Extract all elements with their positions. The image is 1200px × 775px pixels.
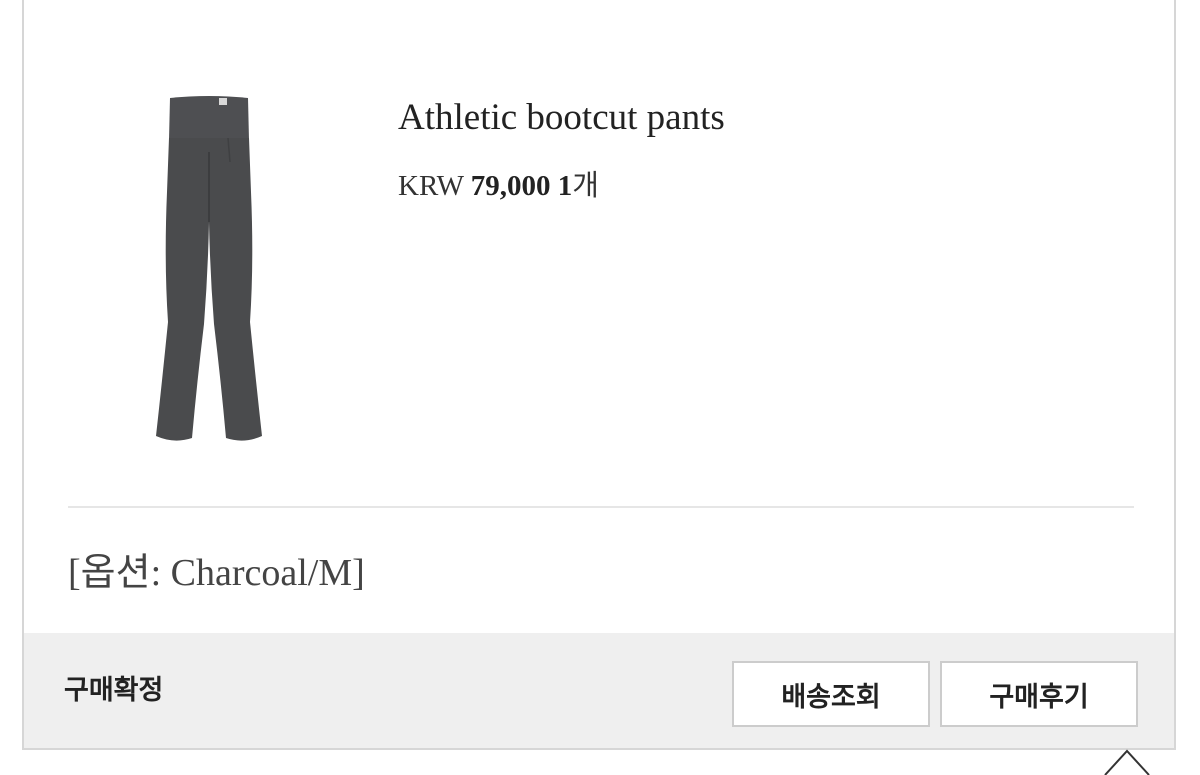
currency: KRW bbox=[398, 170, 464, 202]
product-image[interactable] bbox=[144, 92, 274, 452]
track-delivery-button[interactable]: 배송조회 bbox=[732, 661, 930, 727]
order-item-card: Athletic bootcut pants KRW 79,000 1개 [옵션… bbox=[22, 0, 1176, 750]
write-review-button[interactable]: 구매후기 bbox=[940, 661, 1138, 727]
price-line: KRW 79,000 1개 bbox=[398, 168, 599, 204]
order-status: 구매확정 bbox=[64, 675, 164, 706]
quantity-unit: 개 bbox=[572, 170, 599, 202]
quantity: 1 bbox=[557, 170, 573, 202]
order-footer: 구매확정 배송조회 구매후기 bbox=[24, 633, 1174, 748]
pants-icon bbox=[156, 96, 262, 441]
price: 79,000 bbox=[470, 170, 551, 202]
option-text: [옵션: Charcoal/M] bbox=[68, 552, 365, 594]
product-name[interactable]: Athletic bootcut pants bbox=[398, 96, 725, 140]
caret-up-icon bbox=[1104, 749, 1150, 775]
divider bbox=[68, 506, 1134, 508]
